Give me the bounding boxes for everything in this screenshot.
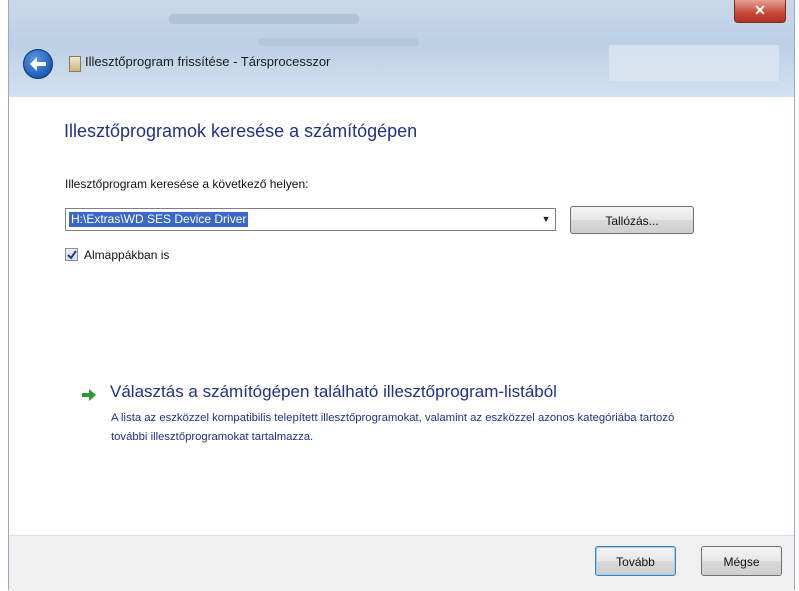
path-value[interactable]: H:\Extras\WD SES Device Driver xyxy=(69,212,249,227)
browse-button[interactable]: Tallózás... xyxy=(570,206,694,234)
driver-update-icon xyxy=(69,56,81,72)
next-button[interactable]: Tovább xyxy=(595,546,676,576)
dialog-footer: Tovább Mégse xyxy=(9,535,794,591)
background-blur xyxy=(169,14,359,24)
close-button[interactable]: ✕ xyxy=(734,0,786,23)
dialog-content: Illesztőprogramok keresése a számítógépe… xyxy=(9,97,794,535)
title-bar: ✕ Illesztőprogram frissítése - Társproce… xyxy=(9,0,794,97)
back-arrow-icon xyxy=(30,57,46,71)
background-blur xyxy=(609,45,779,81)
page-heading: Illesztőprogramok keresése a számítógépe… xyxy=(64,121,418,141)
choose-from-list-link[interactable]: Választás a számítógépen található illes… xyxy=(110,382,557,402)
path-combobox[interactable]: H:\Extras\WD SES Device Driver ▼ xyxy=(65,208,556,231)
cancel-button[interactable]: Mégse xyxy=(701,546,782,576)
background-blur xyxy=(259,38,419,46)
subfolders-label: Almappákban is xyxy=(84,248,170,262)
checkmark-icon xyxy=(67,250,77,260)
back-button[interactable] xyxy=(23,49,53,79)
choose-from-list-description: A lista az eszközzel kompatibilis telepí… xyxy=(111,412,675,443)
window-title: Illesztőprogram frissítése - Társprocess… xyxy=(85,54,331,69)
green-arrow-icon xyxy=(82,389,96,401)
subfolders-checkbox[interactable] xyxy=(65,248,78,261)
search-location-label: Illesztőprogram keresése a következő hel… xyxy=(65,177,309,191)
update-driver-dialog: ✕ Illesztőprogram frissítése - Társproce… xyxy=(8,0,795,591)
chevron-down-icon[interactable]: ▼ xyxy=(537,209,555,230)
